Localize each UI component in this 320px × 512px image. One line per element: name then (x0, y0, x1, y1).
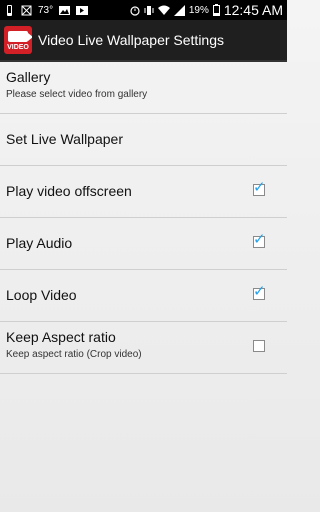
status-right: 19% 12:45 AM (130, 0, 283, 20)
vibrate-icon (144, 5, 154, 15)
checkmark-icon: ✓ (253, 283, 266, 300)
keep-aspect-summary: Keep aspect ratio (Crop video) (6, 349, 142, 360)
play-audio-checkbox[interactable]: ✓ (253, 232, 266, 248)
keep-aspect-item[interactable]: Keep Aspect ratio Keep aspect ratio (Cro… (0, 322, 287, 374)
loop-video-title: Loop Video (6, 287, 77, 303)
temperature-text: 73° (38, 4, 54, 16)
play-offscreen-title: Play video offscreen (6, 183, 132, 199)
status-bar: 73° 19% 12:45 AM (0, 0, 287, 20)
app-logo-text: VIDEO (7, 44, 29, 51)
wifi-icon (157, 5, 170, 15)
video-icon (76, 5, 89, 15)
play-audio-title: Play Audio (6, 235, 73, 251)
gallery-item[interactable]: Gallery Please select video from gallery (0, 62, 287, 114)
alarm-icon (130, 5, 140, 16)
set-live-wallpaper-title: Set Live Wallpaper (6, 131, 123, 147)
keep-aspect-title: Keep Aspect ratio (6, 329, 116, 345)
app-logo-icon[interactable]: VIDEO (4, 26, 32, 54)
action-bar: VIDEO Video Live Wallpaper Settings (0, 20, 287, 62)
loop-video-checkbox[interactable]: ✓ (253, 284, 266, 300)
play-offscreen-item[interactable]: Play video offscreen ✓ (0, 166, 287, 218)
page-title: Video Live Wallpaper Settings (38, 32, 224, 48)
battery-icon (212, 4, 220, 16)
checkmark-icon: ✓ (253, 179, 266, 196)
loop-video-item[interactable]: Loop Video ✓ (0, 270, 287, 322)
keep-aspect-checkbox[interactable]: ✓ (253, 340, 265, 352)
checkmark-icon: ✓ (253, 231, 266, 248)
gallery-title: Gallery (6, 69, 51, 85)
set-live-wallpaper-item[interactable]: Set Live Wallpaper (0, 114, 287, 166)
settings-list: Gallery Please select video from gallery… (0, 62, 287, 374)
clock-text: 12:45 AM (223, 2, 283, 18)
play-audio-item[interactable]: Play Audio ✓ (0, 218, 287, 270)
image-icon (59, 5, 71, 15)
no-sim-icon (21, 5, 32, 15)
phone-icon (7, 4, 12, 16)
battery-percent: 19% (188, 4, 209, 16)
gallery-summary: Please select video from gallery (6, 89, 148, 100)
play-offscreen-checkbox[interactable]: ✓ (253, 180, 266, 196)
signal-icon (173, 4, 185, 16)
camera-shape (8, 31, 32, 42)
status-left: 73° (4, 0, 89, 20)
